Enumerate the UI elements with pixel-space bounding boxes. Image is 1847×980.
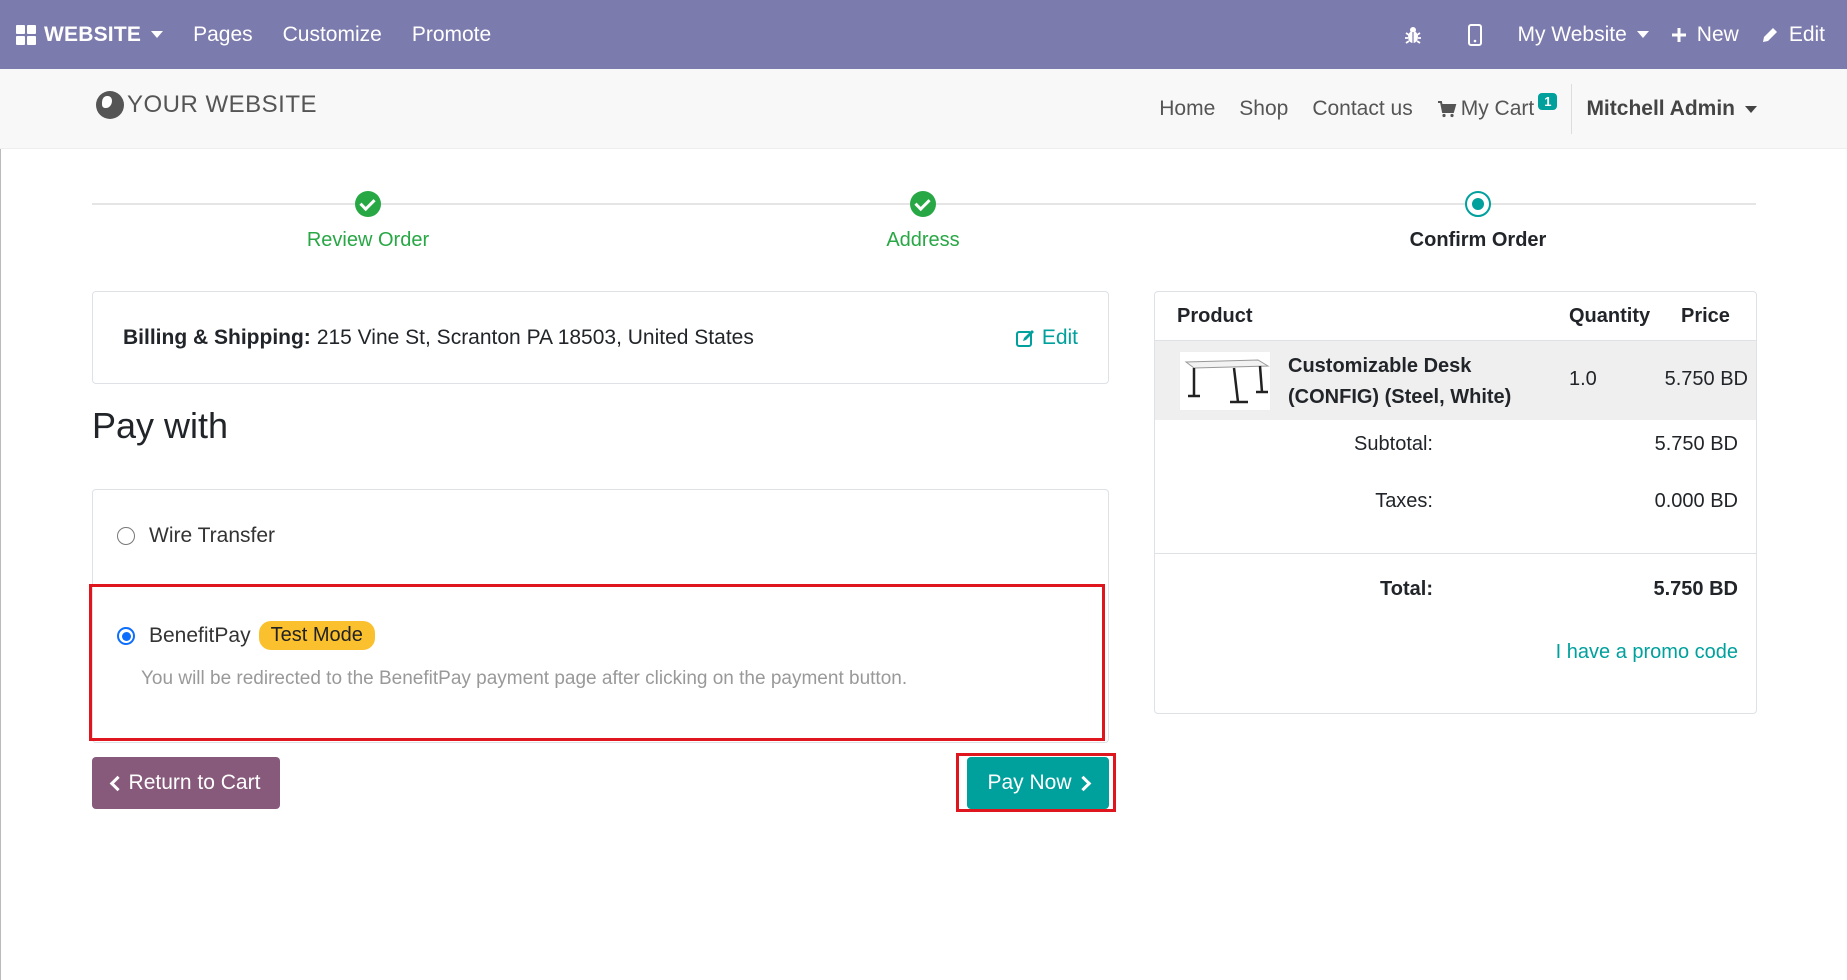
edit-address-link[interactable]: Edit <box>1015 325 1078 350</box>
wizard-step-label: Address <box>886 229 960 251</box>
admin-navbar: WEBSITE Pages Customize Promote My Websi… <box>0 0 1847 69</box>
site-logo[interactable]: YOUR WEBSITE <box>96 91 317 119</box>
chevron-left-icon <box>109 775 125 791</box>
order-summary-card: Product Quantity Price Customizable Desk… <box>1154 291 1757 714</box>
caret-down-icon <box>151 31 164 38</box>
edit-square-icon <box>1015 329 1034 347</box>
site-nav: Home Shop Contact us My Cart 1 Mitchell … <box>1135 69 1757 149</box>
apps-menu-button[interactable]: WEBSITE <box>0 22 164 47</box>
wizard-step-label: Review Order <box>306 229 430 251</box>
order-summary-header: Product Quantity Price <box>1155 292 1756 340</box>
website-app-label: WEBSITE <box>44 22 142 46</box>
order-line-row: Customizable Desk (CONFIG) (Steel, White… <box>1155 340 1756 420</box>
apps-grid-icon <box>16 24 36 45</box>
wizard-step-confirm-order: Confirm Order <box>1328 185 1628 252</box>
billing-address: 215 Vine St, Scranton PA 18503, United S… <box>316 325 754 349</box>
product-quantity: 1.0 <box>1569 368 1597 390</box>
annotation-highlight-box <box>956 753 1116 812</box>
taxes-label: Taxes: <box>1375 490 1433 512</box>
taxes-value: 0.000 BD <box>1654 490 1738 512</box>
debug-bug-icon[interactable] <box>1393 25 1433 45</box>
col-price: Price <box>1681 304 1730 327</box>
new-label: New <box>1696 22 1739 46</box>
caret-down-icon <box>1745 105 1757 113</box>
menu-pages[interactable]: Pages <box>193 23 253 47</box>
subtotal-label: Subtotal: <box>1354 433 1433 455</box>
globe-icon <box>96 91 124 119</box>
pencil-icon <box>1762 27 1777 42</box>
payment-option-wire-transfer[interactable]: Wire Transfer <box>93 524 1108 548</box>
annotation-highlight-box <box>89 584 1105 741</box>
check-circle-icon <box>355 191 381 217</box>
billing-shipping-card: Billing & Shipping: 215 Vine St, Scranto… <box>92 291 1109 384</box>
menu-customize[interactable]: Customize <box>283 23 382 47</box>
return-to-cart-label: Return to Cart <box>128 771 261 794</box>
radio-wire-transfer[interactable] <box>117 527 135 545</box>
user-name: Mitchell Admin <box>1586 97 1735 120</box>
nav-contact-us[interactable]: Contact us <box>1312 97 1412 121</box>
current-step-dot-icon <box>1465 191 1491 217</box>
edit-page-button[interactable]: Edit <box>1761 23 1825 47</box>
product-name: Customizable Desk (CONFIG) (Steel, White… <box>1288 355 1512 408</box>
nav-shop[interactable]: Shop <box>1239 97 1288 121</box>
product-thumbnail <box>1179 351 1271 411</box>
caret-down-icon <box>1636 31 1649 38</box>
shopping-cart-icon <box>1437 101 1457 118</box>
website-selector-label: My Website <box>1517 22 1627 46</box>
website-header: YOUR WEBSITE Home Shop Contact us My Car… <box>0 69 1847 149</box>
menu-promote[interactable]: Promote <box>412 23 491 47</box>
wizard-step-address[interactable]: Address <box>773 185 1073 252</box>
edit-address-label: Edit <box>1041 325 1078 349</box>
checkout-progress-wizard: Review Order Address Confirm Order <box>92 185 1756 265</box>
plus-icon <box>1671 27 1686 42</box>
user-menu[interactable]: Mitchell Admin <box>1586 97 1757 121</box>
total-label: Total: <box>1380 578 1433 600</box>
total-value: 5.750 BD <box>1653 578 1739 600</box>
edit-label: Edit <box>1788 22 1825 46</box>
check-circle-icon <box>910 191 936 217</box>
cart-count-badge: 1 <box>1538 92 1558 110</box>
summary-divider <box>1155 553 1756 554</box>
pay-with-heading: Pay with <box>92 405 229 446</box>
col-quantity: Quantity <box>1569 304 1651 327</box>
promo-code-link[interactable]: I have a promo code <box>1556 641 1738 664</box>
product-price: 5.750 BD <box>1664 368 1748 390</box>
payment-option-label: Wire Transfer <box>149 524 276 547</box>
website-selector[interactable]: My Website <box>1517 22 1649 47</box>
my-cart-label: My Cart <box>1460 97 1535 120</box>
nav-home[interactable]: Home <box>1159 97 1215 121</box>
col-product: Product <box>1177 304 1253 327</box>
my-cart-link[interactable]: My Cart 1 <box>1437 92 1558 121</box>
mobile-preview-icon[interactable] <box>1455 23 1495 46</box>
subtotal-value: 5.750 BD <box>1654 433 1738 455</box>
new-button[interactable]: New <box>1671 23 1739 47</box>
wizard-step-label: Confirm Order <box>1409 229 1547 251</box>
wizard-step-review-order[interactable]: Review Order <box>218 185 518 252</box>
nav-divider <box>1571 84 1573 134</box>
site-logo-text: YOUR WEBSITE <box>127 91 318 118</box>
billing-label: Billing & Shipping: <box>123 325 311 349</box>
return-to-cart-button[interactable]: Return to Cart <box>92 757 280 809</box>
